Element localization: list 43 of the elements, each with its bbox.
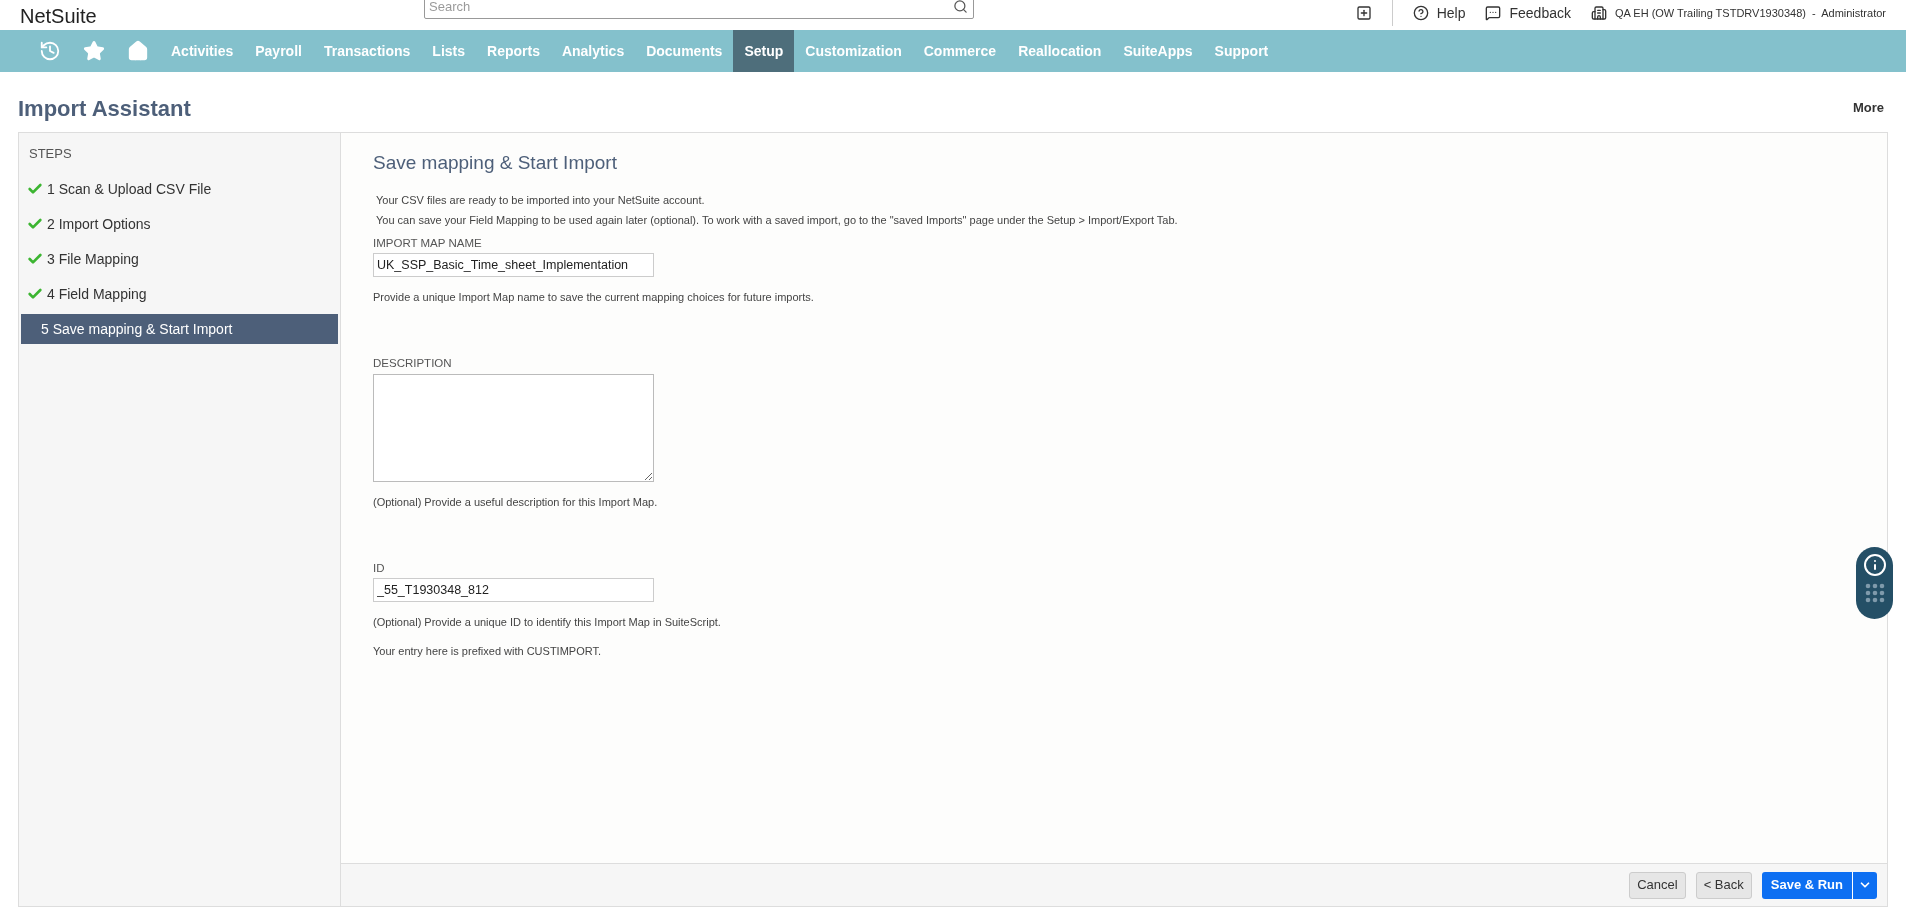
logo[interactable]: NetSuite [20, 6, 97, 26]
step-item[interactable]: 3 File Mapping [21, 244, 338, 274]
help-link[interactable]: Help [1436, 2, 1466, 24]
check-icon [27, 251, 43, 267]
search-icon[interactable] [953, 0, 968, 14]
step-item[interactable]: 2 Import Options [21, 209, 338, 239]
check-icon [27, 181, 43, 197]
field-label: ID [373, 561, 386, 576]
steps-heading: STEPS [29, 145, 72, 164]
field-label: IMPORT MAP NAME [373, 235, 483, 251]
step-item[interactable]: 1 Scan & Upload CSV File [21, 174, 338, 204]
help-icon[interactable] [1412, 5, 1429, 21]
text-field[interactable]: _55_T1930348_812 [373, 578, 654, 603]
step-item[interactable]: 4 Field Mapping [21, 279, 338, 309]
step-item[interactable]: 5 Save mapping & Start Import [21, 314, 338, 344]
search-field[interactable]: Search [424, 0, 974, 19]
intro-text: You can save your Field Mapping to be used again later (optional). To work with a saved import, go to the "saved Imports" page under the Setup > Import/Export Tab. [376, 213, 1179, 228]
text-field[interactable]: UK_SSP_Basic_Time_sheet_Implementation [373, 252, 654, 277]
dropdown-button[interactable] [1853, 871, 1877, 899]
building-icon[interactable] [1590, 5, 1607, 21]
account-name[interactable]: QA EH (OW Trailing TSTDRV1930348) - Administrator [1614, 4, 1886, 22]
feedback-link[interactable]: Feedback [1509, 2, 1571, 24]
help-widget[interactable] [1856, 547, 1893, 619]
intro-text: Your CSV files are ready to be imported into your NetSuite account. [376, 192, 706, 208]
footer-button[interactable]: < Back [1695, 871, 1752, 899]
speech-bubble-icon[interactable] [1485, 5, 1502, 21]
form-title: Save mapping & Start Import [373, 151, 618, 175]
info-icon[interactable] [1862, 553, 1887, 577]
add-icon[interactable] [1355, 5, 1372, 21]
help-text: Provide a unique Import Map name to save the current mapping choices for future imports. [373, 289, 815, 305]
footer-button[interactable]: Cancel [1629, 871, 1686, 899]
check-icon [27, 216, 43, 232]
nav-tab[interactable]: Setup [733, 30, 795, 72]
save-run-button[interactable]: Save & Run [1761, 871, 1853, 899]
grid-dots-icon[interactable] [1864, 583, 1885, 603]
help-text: Your entry here is prefixed with CUSTIMPORT. [373, 643, 603, 659]
help-text: (Optional) Provide a unique ID to identify this Import Map in SuiteScript. [373, 615, 722, 631]
description-field[interactable] [373, 373, 654, 482]
help-text: (Optional) Provide a useful description for this Import Map. [373, 494, 659, 510]
field-label: DESCRIPTION [373, 356, 453, 372]
more-link[interactable]: More [1852, 98, 1888, 118]
page-title: Import Assistant [18, 94, 191, 123]
check-icon [27, 286, 43, 302]
